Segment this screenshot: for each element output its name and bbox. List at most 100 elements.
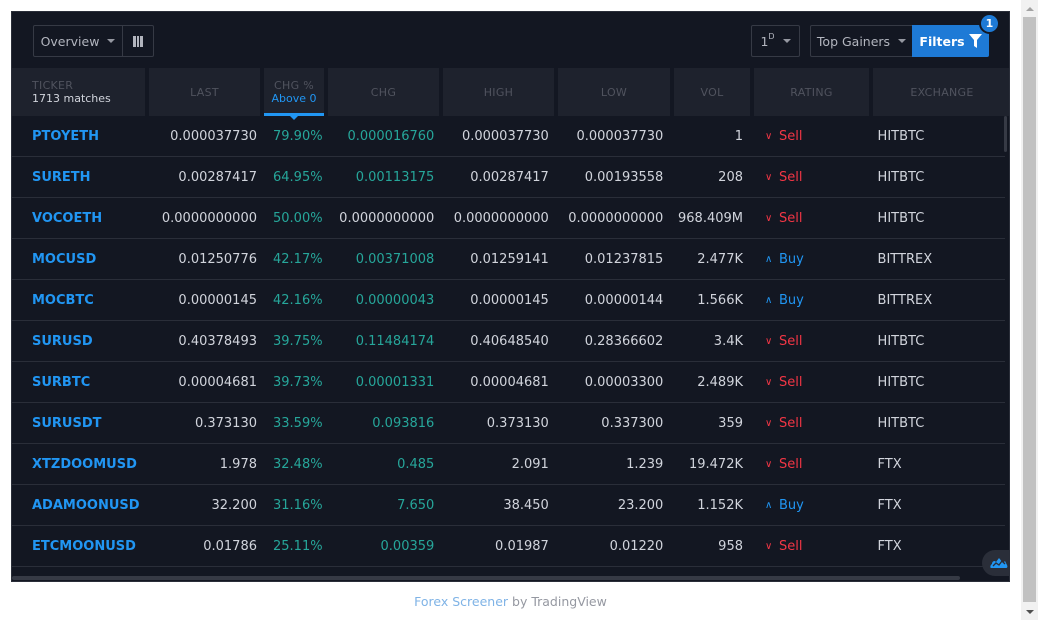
view-dropdown-label: Overview: [40, 33, 100, 49]
change-percent: 64.95%: [273, 169, 323, 185]
ticker-link[interactable]: PTOYETH: [12, 116, 148, 156]
table-row[interactable]: ETCMOONUSD 0.01786 25.11% 0.00359 0.01987 0.0…: [12, 526, 1005, 567]
filters-button[interactable]: Filters: [912, 25, 989, 57]
ticker-link[interactable]: SURUSD: [12, 321, 148, 361]
rating: ∨ Sell: [749, 198, 868, 238]
low-price: 0.00193558: [584, 169, 664, 185]
ticker-link[interactable]: SURETH: [12, 157, 148, 197]
change-percent: 42.17%: [273, 251, 323, 267]
volume: 208: [718, 169, 743, 185]
change-value: 0.00001331: [355, 374, 435, 390]
column-header-vol[interactable]: VOL: [674, 68, 754, 116]
interval-dropdown[interactable]: 1D: [751, 25, 800, 57]
column-header-label: EXCHANGE: [910, 85, 974, 99]
table-row[interactable]: MOCBTC 0.00000145 42.16% 0.00000043 0.000001…: [12, 280, 1005, 321]
change-value: 0.00000043: [355, 292, 435, 308]
rating-label: Sell: [779, 415, 803, 431]
rating-label: Buy: [779, 497, 804, 513]
low-price: 0.01220: [609, 538, 664, 554]
ticker-link[interactable]: ADAMOONUSD: [12, 485, 148, 525]
chevron-down-icon: ∨: [765, 540, 773, 552]
preset-dropdown[interactable]: Top Gainers: [810, 25, 913, 57]
high-price: 38.450: [503, 497, 549, 513]
change-value: 0.093816: [372, 415, 435, 431]
page-scrollbar[interactable]: [1021, 0, 1038, 620]
footer-attribution: Forex Screener by TradingView: [0, 594, 1021, 609]
exchange-name: HITBTC: [877, 128, 925, 144]
volume: 2.489K: [697, 374, 743, 390]
ticker-link[interactable]: SURUSDT: [12, 403, 148, 443]
ticker-link[interactable]: SURBTC: [12, 362, 148, 402]
table-row[interactable]: XTZDOOMUSD 1.978 32.48% 0.485 2.091 1.239 19.4…: [12, 444, 1005, 485]
chevron-down-icon: ∨: [765, 212, 773, 224]
table-row[interactable]: SURUSD 0.40378493 39.75% 0.11484174 0.406485…: [12, 321, 1005, 362]
change-percent: 39.73%: [273, 374, 323, 390]
column-header-label: TICKER: [32, 79, 74, 92]
forex-screener-link[interactable]: Forex Screener: [414, 594, 508, 609]
rating: ∨ Sell: [749, 362, 868, 402]
vertical-scrollbar[interactable]: [1004, 116, 1007, 152]
exchange-name: HITBTC: [877, 333, 925, 349]
column-header-label: RATING: [790, 85, 833, 99]
table-body: PTOYETH 0.000037730 79.90% 0.000016760 0.000…: [12, 116, 1005, 567]
last-price: 0.00004681: [178, 374, 257, 390]
columns-button[interactable]: [122, 25, 154, 57]
table-row[interactable]: PTOYETH 0.000037730 79.90% 0.000016760 0.000…: [12, 116, 1005, 157]
column-header-label: CHG %: [274, 79, 314, 92]
last-price: 0.00287417: [178, 169, 257, 185]
table-row[interactable]: SURETH 0.00287417 64.95% 0.00113175 0.002874…: [12, 157, 1005, 198]
volume: 1.566K: [697, 292, 743, 308]
chevron-up-icon: ∧: [765, 499, 773, 511]
screener-widget: Overview 1D Top Gainers Filters 1 TICKER…: [11, 11, 1010, 582]
table-row[interactable]: ADAMOONUSD 32.200 31.16% 7.650 38.450 23.200 1…: [12, 485, 1005, 526]
column-header-chg[interactable]: CHG: [328, 68, 443, 116]
tradingview-logo-button[interactable]: [982, 550, 1009, 576]
exchange-name: BITTREX: [877, 251, 933, 267]
change-percent: 50.00%: [273, 210, 323, 226]
chevron-up-icon: ∧: [765, 253, 773, 265]
change-value: 0.000016760: [347, 128, 435, 144]
table-row[interactable]: VOCOETH 0.0000000000 50.00% 0.0000000000 0.0…: [12, 198, 1005, 239]
view-dropdown[interactable]: Overview: [33, 25, 123, 57]
scroll-down-button[interactable]: [1021, 603, 1038, 620]
scroll-up-button[interactable]: [1021, 0, 1038, 17]
ticker-link[interactable]: XTZDOOMUSD: [12, 444, 148, 484]
table-row[interactable]: MOCUSD 0.01250776 42.17% 0.00371008 0.012591…: [12, 239, 1005, 280]
high-price: 0.0000000000: [453, 210, 549, 226]
toolbar: Overview 1D Top Gainers Filters 1: [12, 12, 1009, 68]
page-scrollbar-thumb[interactable]: [1023, 17, 1036, 602]
rating-label: Buy: [779, 251, 804, 267]
exchange-name: HITBTC: [877, 415, 925, 431]
column-header-high[interactable]: HIGH: [443, 68, 558, 116]
change-value: 0.00113175: [355, 169, 435, 185]
ticker-link[interactable]: MOCUSD: [12, 239, 148, 279]
high-price: 0.00000145: [470, 292, 549, 308]
exchange-name: HITBTC: [877, 210, 925, 226]
exchange-name: HITBTC: [877, 169, 925, 185]
change-value: 0.11484174: [355, 333, 435, 349]
table-row[interactable]: SURBTC 0.00004681 39.73% 0.00001331 0.000046…: [12, 362, 1005, 403]
ticker-link[interactable]: MOCBTC: [12, 280, 148, 320]
change-percent: 32.48%: [273, 456, 323, 472]
tradingview-cloud-icon: [990, 558, 1008, 568]
interval-label: 1D: [760, 31, 775, 49]
last-price: 0.01250776: [178, 251, 257, 267]
ticker-link[interactable]: ETCMOONUSD: [12, 526, 148, 566]
column-header-low[interactable]: LOW: [558, 68, 674, 116]
horizontal-scrollbar[interactable]: [12, 576, 960, 580]
high-price: 0.01987: [495, 538, 549, 554]
column-header-rating[interactable]: RATING: [754, 68, 873, 116]
high-price: 2.091: [511, 456, 549, 472]
caret-down-icon: [898, 39, 907, 43]
rating-label: Sell: [779, 333, 803, 349]
column-header-chg-pct[interactable]: CHG % Above 0: [264, 68, 328, 120]
last-price: 1.978: [219, 456, 257, 472]
change-value: 0.00359: [380, 538, 435, 554]
column-header-label: LAST: [190, 85, 219, 99]
high-price: 0.40648540: [470, 333, 549, 349]
ticker-link[interactable]: VOCOETH: [12, 198, 148, 238]
table-row[interactable]: SURUSDT 0.373130 33.59% 0.093816 0.373130 0.3…: [12, 403, 1005, 444]
column-header-ticker[interactable]: TICKER 1713 matches: [12, 68, 149, 116]
column-header-last[interactable]: LAST: [149, 68, 264, 116]
column-header-exchange[interactable]: EXCHANGE: [873, 68, 1009, 116]
